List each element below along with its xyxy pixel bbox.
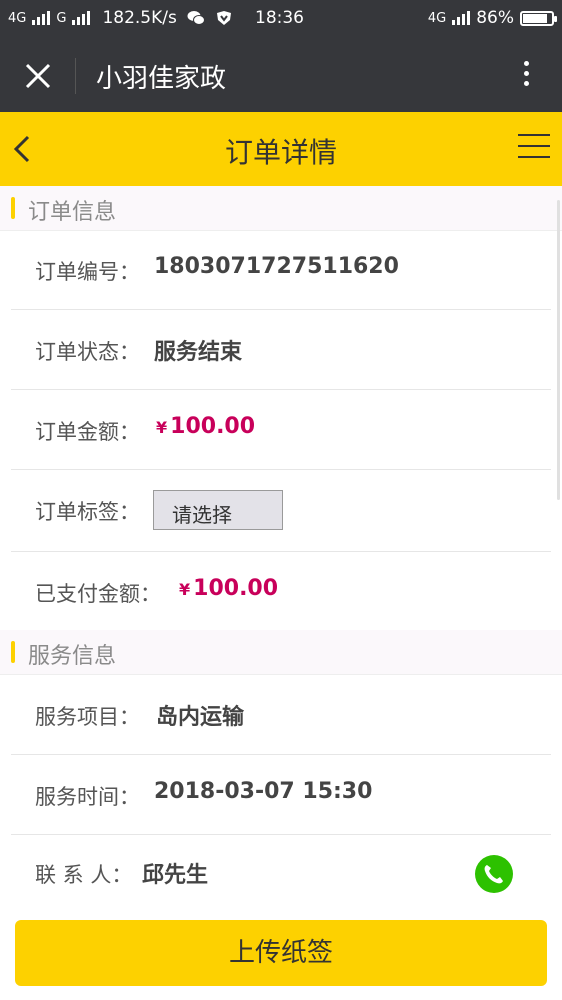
service-time-label: 服务时间： [35,785,140,809]
page-title: 订单详情 [224,136,337,169]
network-type-3: 4G [427,10,447,26]
paid-amount-label: 已支付金额： [35,582,161,606]
hamburger-menu-icon[interactable] [518,134,550,162]
battery-percent: 86% [476,8,514,28]
paid-amount-value: ¥100.00 [179,576,278,601]
order-amount-number: 100.00 [170,414,256,439]
order-status-label: 订单状态： [35,340,140,364]
order-tag-label: 订单标签： [35,500,140,524]
currency-symbol: ¥ [179,580,191,599]
order-amount-row: 订单金额： ¥100.00 [11,390,551,470]
clock: 18:36 [255,8,304,28]
order-status-row: 订单状态： 服务结束 [11,310,551,390]
service-item-value: 岛内运输 [156,705,245,730]
paid-amount-row: 已支付金额： ¥100.00 [11,552,551,624]
status-left: 4G G 182.5K/s [8,8,233,28]
order-number-label: 订单编号： [35,260,140,284]
paid-amount-number: 100.00 [193,576,279,601]
network-type-2: G [56,10,67,26]
bottom-action-area: 上传纸签 [0,905,562,1000]
order-tag-select[interactable]: 请选择 [153,490,283,530]
section-title: 服务信息 [28,644,117,669]
section-accent-bar [11,641,15,663]
service-time-row: 服务时间： 2018-03-07 15:30 [11,755,551,835]
network-speed: 182.5K/s [102,8,177,28]
wechat-title-bar: 小羽佳家政 [0,38,562,112]
section-title: 订单信息 [28,200,117,225]
currency-symbol: ¥ [156,418,168,437]
order-number-row: 订单编号： 1803071727511620 [11,230,551,310]
service-item-row: 服务项目： 岛内运输 [11,675,551,755]
upload-paper-sign-button[interactable]: 上传纸签 [15,920,547,986]
page-header: 订单详情 [0,112,562,186]
app-title: 小羽佳家政 [96,64,227,94]
wechat-icon [187,11,205,25]
order-info-section-header: 订单信息 [0,186,562,231]
signal-icon-2 [72,11,91,25]
scrollbar[interactable] [557,200,560,500]
status-right: 4G 86% [427,8,557,28]
network-type-1: 4G [8,10,27,26]
signal-icon-3 [452,11,471,25]
section-accent-bar [11,197,15,219]
order-number-value: 1803071727511620 [154,254,399,279]
service-item-label: 服务项目： [35,705,140,729]
service-time-value: 2018-03-07 15:30 [154,779,373,804]
order-status-value: 服务结束 [154,340,243,365]
signal-icon [32,11,51,25]
title-divider [75,58,76,94]
service-info-section-header: 服务信息 [0,630,562,675]
status-bar: 4G G 182.5K/s 18:36 4G 86% [0,0,562,38]
close-icon[interactable] [18,56,58,96]
contact-label: 联 系 人： [35,863,133,887]
contact-row: 联 系 人： 邱先生 [11,835,551,905]
order-amount-value: ¥100.00 [156,414,255,439]
order-tag-row: 订单标签： 请选择 [11,470,551,552]
phone-call-icon[interactable] [475,855,513,893]
order-amount-label: 订单金额： [35,420,140,444]
contact-value: 邱先生 [142,863,209,888]
vpn-shield-icon [216,11,231,25]
more-menu-icon[interactable] [518,56,534,96]
battery-icon [520,10,557,26]
